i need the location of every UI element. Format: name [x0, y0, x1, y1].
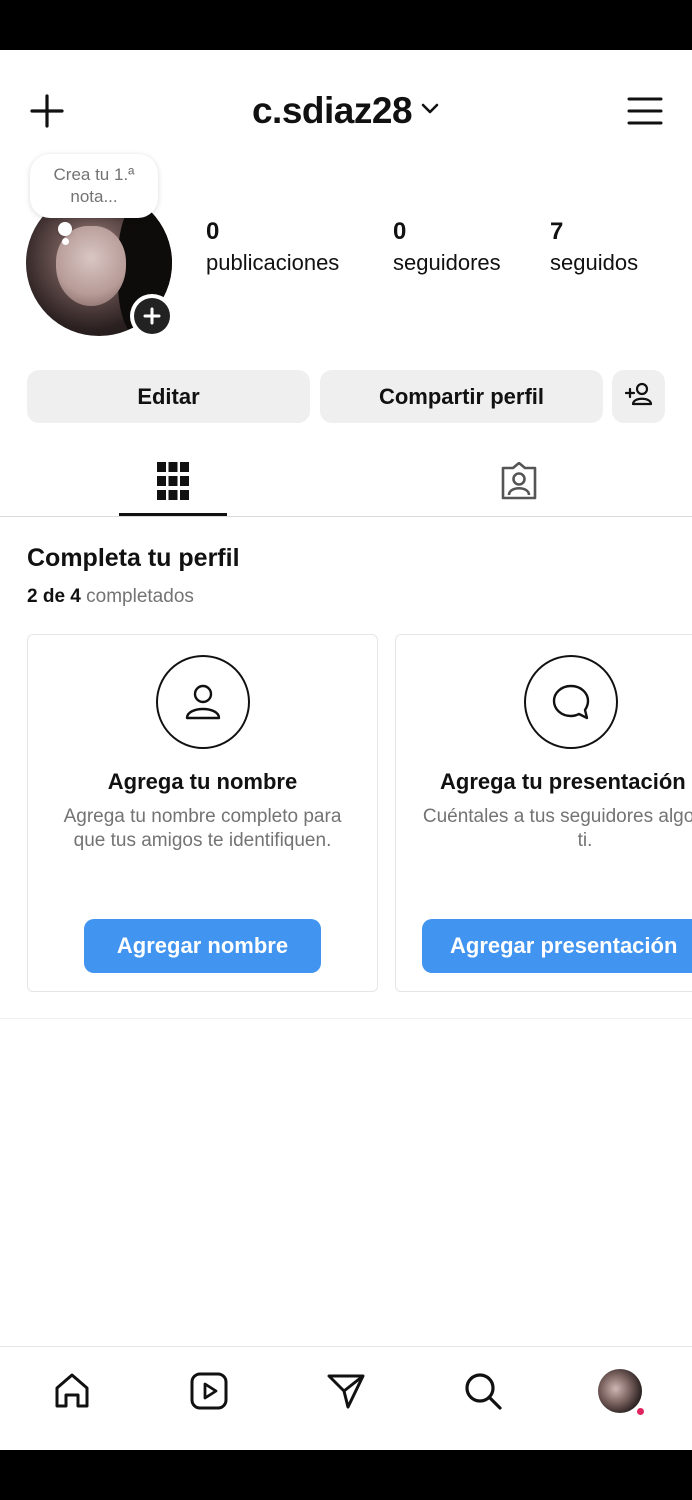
complete-profile-title: Completa tu perfil	[27, 544, 240, 572]
note-bubble-tail-small	[62, 238, 69, 245]
search-icon[interactable]	[457, 1365, 509, 1417]
header: c.sdiaz28	[0, 50, 692, 170]
stat-label: seguidores	[393, 250, 501, 275]
home-icon[interactable]	[46, 1365, 98, 1417]
progress-suffix: completados	[86, 586, 194, 607]
profile-nav-avatar[interactable]	[594, 1365, 646, 1417]
note-bubble[interactable]: Crea tu 1.ª nota...	[30, 154, 158, 218]
edit-profile-button[interactable]: Editar	[27, 370, 310, 423]
stat-value: 0	[393, 218, 407, 245]
stat-value: 7	[550, 218, 564, 245]
card-description: Cuéntales a tus seguidores algo sobre ti…	[422, 806, 692, 851]
tab-tagged[interactable]	[465, 450, 573, 516]
profile-screen: c.sdiaz28 Crea tu 1.ª nota... 0 publicac…	[0, 50, 692, 1450]
card-add-bio: Agrega tu presentación Cuéntales a tus s…	[395, 634, 692, 992]
chevron-down-icon	[420, 102, 440, 121]
menu-icon[interactable]	[622, 88, 668, 134]
card-title: Agrega tu nombre	[107, 769, 298, 794]
username: c.sdiaz28	[251, 90, 413, 131]
add-story-button[interactable]	[130, 294, 174, 338]
bottom-navigation	[0, 1346, 692, 1450]
card-description: Agrega tu nombre completo para que tus a…	[63, 806, 342, 851]
add-name-button[interactable]: Agregar nombre	[84, 919, 321, 973]
tab-divider	[0, 516, 692, 517]
reels-icon[interactable]	[183, 1365, 235, 1417]
stat-label: publicaciones	[206, 250, 340, 275]
note-bubble-tail	[58, 222, 72, 236]
stat-value: 0	[206, 218, 220, 245]
progress-count: 2 de 4	[27, 586, 81, 607]
stat-following[interactable]: 7 seguidos	[550, 218, 638, 280]
notification-dot	[636, 1407, 645, 1416]
direct-messages-icon[interactable]	[320, 1365, 372, 1417]
stat-label: seguidos	[550, 250, 639, 275]
add-bio-button[interactable]: Agregar presentación	[422, 919, 692, 973]
complete-profile-progress: 2 de 4 completados	[27, 586, 194, 608]
share-profile-button[interactable]: Compartir perfil	[320, 370, 603, 423]
stat-posts[interactable]: 0 publicaciones	[206, 218, 339, 280]
tagged-photos-icon	[499, 461, 539, 505]
section-divider	[0, 1018, 692, 1019]
speech-bubble-icon	[524, 655, 618, 749]
note-text: Crea tu 1.ª nota...	[53, 165, 135, 206]
plus-icon	[134, 298, 170, 334]
grid-icon	[157, 461, 189, 505]
account-switcher[interactable]: c.sdiaz28	[0, 86, 692, 136]
stat-followers[interactable]: 0 seguidores	[393, 218, 501, 280]
add-person-icon	[624, 382, 653, 412]
discover-people-button[interactable]	[612, 370, 665, 423]
person-icon	[156, 655, 250, 749]
avatar	[598, 1369, 645, 1416]
card-add-name: Agrega tu nombre Agrega tu nombre comple…	[27, 634, 378, 992]
card-title: Agrega tu presentación	[440, 769, 686, 794]
tab-posts-grid[interactable]	[119, 450, 227, 516]
